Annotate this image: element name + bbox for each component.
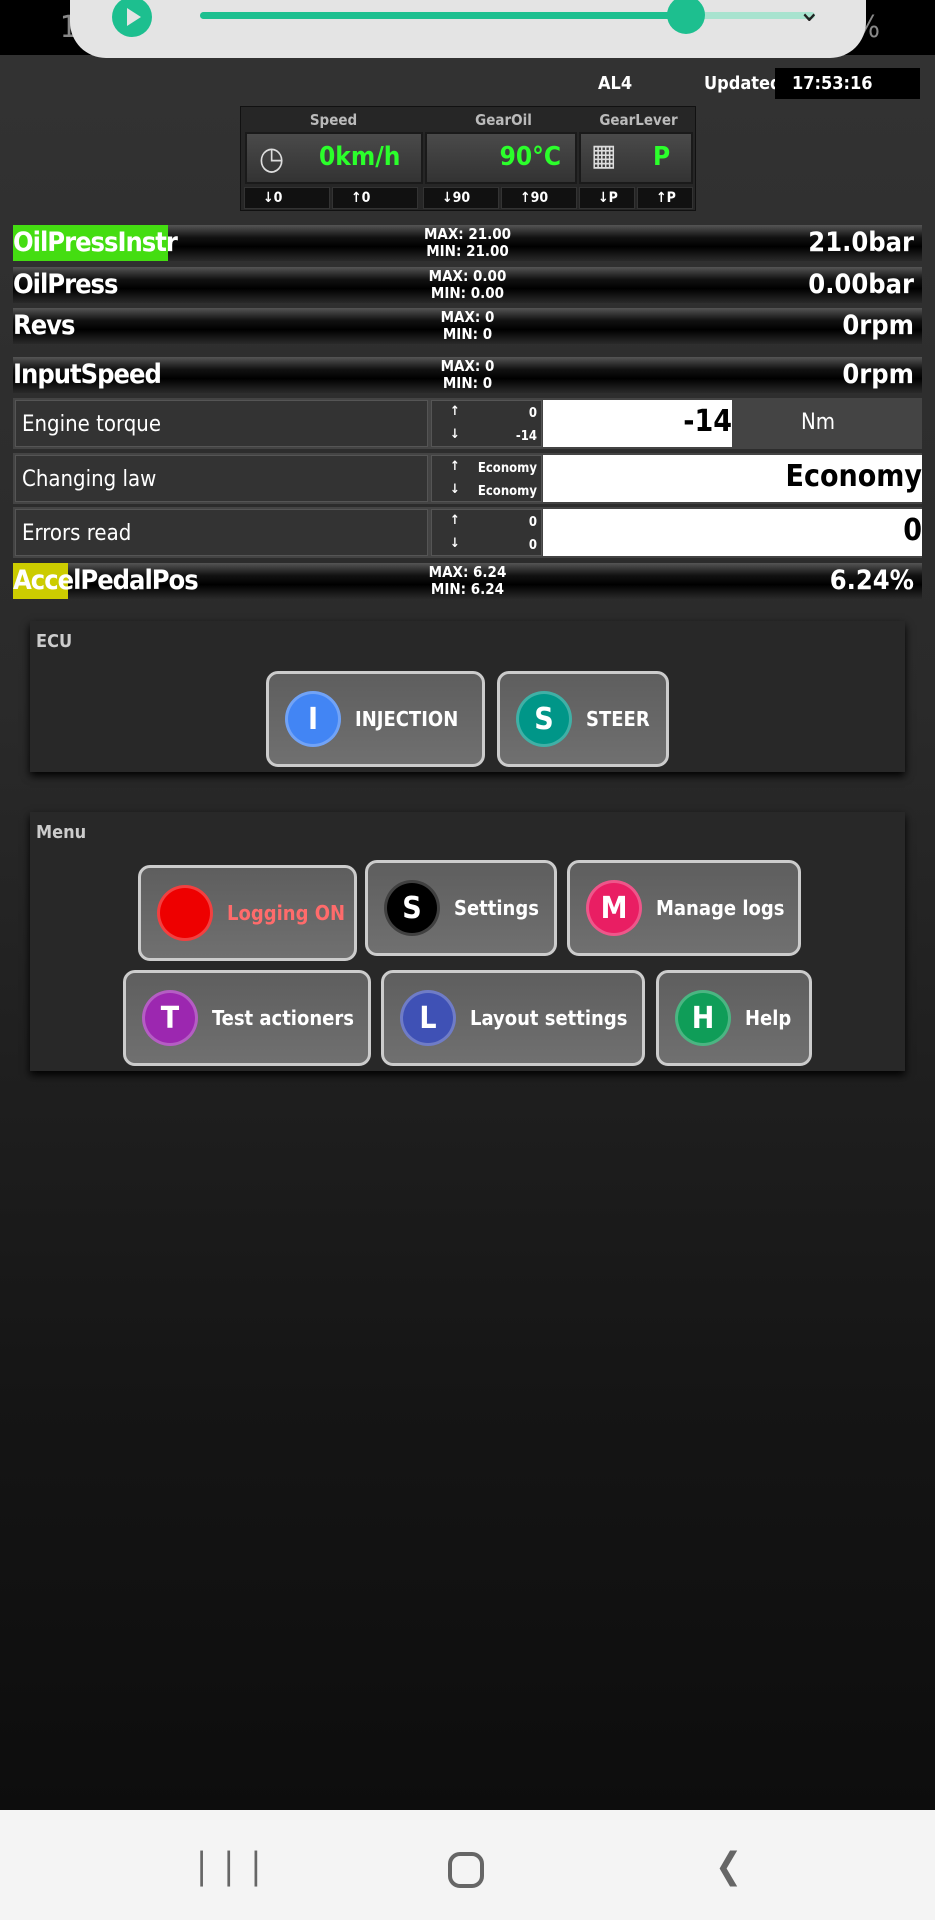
row-value: 0: [543, 509, 922, 556]
layout-settings-button[interactable]: L Layout settings: [381, 970, 645, 1066]
injection-button[interactable]: I INJECTION: [266, 671, 485, 767]
sensor-row: OilPressInstr MAX: 21.00 MIN: 21.00 21.0b…: [13, 225, 922, 261]
manage-logs-button[interactable]: M Manage logs: [567, 860, 801, 956]
settings-button[interactable]: S Settings: [365, 860, 557, 956]
gauge-min: ↓90: [423, 187, 499, 209]
sensor-value: 6.24%: [829, 565, 914, 596]
h-circle-icon: H: [675, 990, 731, 1046]
button-label: Layout settings: [470, 1006, 628, 1030]
row-unit: Nm: [800, 410, 836, 435]
gauge-value: 90°C: [499, 142, 561, 172]
gearoil-gauge: 90°C: [425, 132, 577, 184]
model-label: AL4: [598, 73, 633, 94]
recent-apps-icon[interactable]: ❘❘❘: [188, 1846, 269, 1887]
sensor-value: 21.0bar: [808, 227, 914, 258]
menu-panel: Menu Logging ON S Settings M Manage logs…: [30, 812, 905, 1071]
min-max: MAX: 0 MIN: 0: [440, 308, 495, 343]
i-circle-icon: I: [285, 691, 341, 747]
min-max: MAX: 6.24 MIN: 6.24: [428, 563, 507, 598]
button-label: INJECTION: [355, 707, 459, 731]
table-row: Engine torque ↑ 0 ↓ -14 -14 Nm: [13, 398, 922, 449]
min-max: ↑ 0 ↓ 0: [431, 509, 542, 556]
button-label: Logging ON: [227, 901, 346, 925]
sensor-row: Revs MAX: 0 MIN: 0 0rpm: [13, 308, 922, 344]
chevron-down-icon[interactable]: ⌄: [798, 0, 821, 29]
record-circle-icon: [157, 885, 213, 941]
sensor-value: 0rpm: [842, 310, 914, 341]
min-max: MAX: 0.00 MIN: 0.00: [428, 267, 507, 302]
row-value: Economy: [543, 455, 922, 502]
button-label: Settings: [454, 896, 539, 920]
gauge-title: Speed: [309, 111, 358, 129]
min-max: ↑ 0 ↓ -14: [431, 400, 542, 447]
seek-fill: [200, 12, 686, 19]
l-circle-icon: L: [400, 990, 456, 1046]
sensor-value: 0rpm: [842, 359, 914, 390]
gauge-min: ↓P: [579, 187, 635, 209]
s-circle-icon: S: [516, 691, 572, 747]
gauge-min: ↓0: [244, 187, 330, 209]
gauge-max: ↑90: [501, 187, 577, 209]
button-label: Test actioners: [212, 1006, 354, 1030]
help-button[interactable]: H Help: [656, 970, 812, 1066]
media-player-overlay: ⌄: [70, 0, 866, 58]
gauge-max: ↑P: [637, 187, 693, 209]
sensor-value: 0.00bar: [808, 269, 914, 300]
gear-shift-icon: ▦: [591, 138, 617, 173]
row-label: Changing law: [15, 455, 428, 502]
gauge-title: GearLever: [599, 111, 678, 129]
row-label: Engine torque: [15, 400, 428, 447]
t-circle-icon: T: [142, 990, 198, 1046]
table-row: Errors read ↑ 0 ↓ 0 0: [13, 507, 922, 558]
logging-on-button[interactable]: Logging ON: [138, 865, 357, 961]
panel-title: Menu: [36, 822, 87, 843]
row-value: -14: [543, 400, 732, 447]
media-seek-slider[interactable]: [200, 0, 815, 34]
play-icon[interactable]: [112, 0, 152, 37]
m-circle-icon: M: [586, 880, 642, 936]
sensor-row: InputSpeed MAX: 0 MIN: 0 0rpm: [13, 357, 922, 393]
table-row: Changing law ↑ Economy ↓ Economy Economy: [13, 453, 922, 504]
seek-thumb[interactable]: [666, 0, 705, 34]
gauge-title: GearOil: [475, 111, 532, 129]
gauge-max: ↑0: [332, 187, 418, 209]
button-label: Help: [745, 1006, 792, 1030]
gauge-value: 0km/h: [319, 142, 401, 172]
sensor-row-accel: AccelPedalPos MAX: 6.24 MIN: 6.24 6.24%: [13, 563, 922, 599]
panel-title: ECU: [36, 631, 73, 652]
home-icon[interactable]: [448, 1852, 484, 1888]
button-label: STEER: [586, 707, 650, 731]
min-max: MAX: 21.00 MIN: 21.00: [423, 225, 512, 260]
gauge-panel: Speed GearOil GearLever ◷ 0km/h 90°C ▦ P…: [240, 106, 696, 211]
gearlever-gauge: ▦ P: [579, 132, 693, 184]
speed-gauge: ◷ 0km/h: [245, 132, 423, 184]
min-max: ↑ Economy ↓ Economy: [431, 455, 542, 502]
back-icon[interactable]: ❮: [715, 1846, 742, 1887]
speedometer-icon: ◷: [259, 139, 285, 177]
updated-time: 17:53:16: [775, 68, 920, 99]
ecu-panel: ECU I INJECTION S STEER: [30, 621, 905, 772]
gauge-value: P: [653, 142, 671, 172]
button-label: Manage logs: [656, 896, 785, 920]
row-label: Errors read: [15, 509, 428, 556]
s-circle-icon: S: [384, 880, 440, 936]
test-actioners-button[interactable]: T Test actioners: [123, 970, 371, 1066]
steer-button[interactable]: S STEER: [497, 671, 669, 767]
min-max: MAX: 0 MIN: 0: [440, 357, 495, 392]
navigation-bar: ❘❘❘ ❮: [0, 1810, 935, 1920]
sensor-row: OilPress MAX: 0.00 MIN: 0.00 0.00bar: [13, 267, 922, 303]
